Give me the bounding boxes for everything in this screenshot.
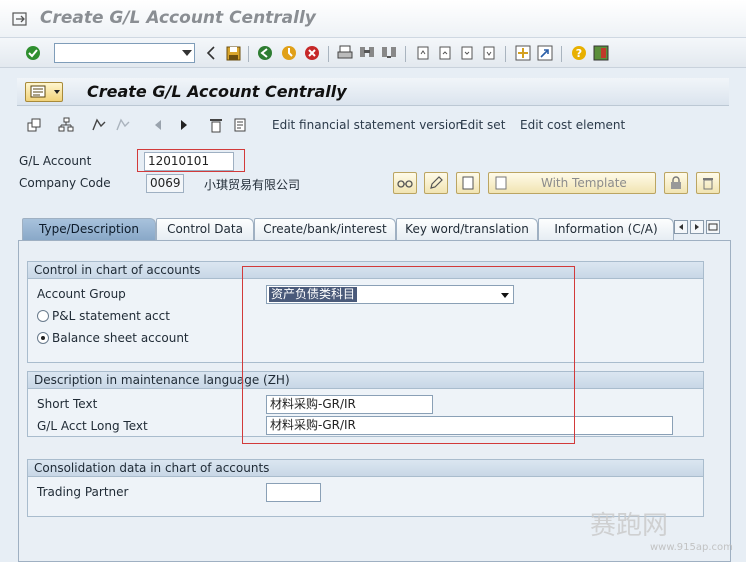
- tab-type-description[interactable]: Type/Description: [22, 218, 156, 240]
- trading-partner-input[interactable]: [266, 483, 321, 502]
- balance-sheet-radio[interactable]: [37, 332, 49, 344]
- edit-set-link[interactable]: Edit set: [460, 118, 505, 132]
- company-code-label: Company Code: [19, 176, 111, 190]
- menu-button[interactable]: [25, 82, 63, 102]
- pl-statement-label: P&L statement acct: [52, 309, 170, 323]
- first-page-icon[interactable]: [414, 44, 432, 62]
- tab-create-bank-interest[interactable]: Create/bank/interest: [254, 218, 396, 240]
- edit-cost-element-link[interactable]: Edit cost element: [520, 118, 625, 132]
- short-text-label: Short Text: [37, 397, 98, 411]
- create-button[interactable]: [456, 172, 480, 194]
- hierarchy-icon[interactable]: [57, 116, 75, 134]
- trash-icon: [703, 178, 713, 190]
- next-entry-icon[interactable]: [175, 116, 193, 134]
- shortcut-icon[interactable]: [536, 44, 554, 62]
- pl-statement-radio[interactable]: [37, 310, 49, 322]
- watermark-url: www.915ap.com: [650, 542, 733, 553]
- transaction-title-bar: Create G/L Account Centrally: [17, 78, 729, 106]
- exit-icon[interactable]: [12, 12, 28, 26]
- highlight-box: [137, 149, 245, 172]
- next-page-icon[interactable]: [458, 44, 476, 62]
- application-toolbar: Edit financial statement version Edit se…: [17, 112, 729, 138]
- trading-partner-label: Trading Partner: [37, 485, 129, 499]
- consolidation-group-title: Consolidation data in chart of accounts: [28, 460, 703, 477]
- tab-control-data[interactable]: Control Data: [156, 218, 254, 240]
- back-arrow-icon[interactable]: [202, 44, 220, 62]
- template-document-icon: [495, 176, 507, 190]
- command-field[interactable]: [54, 43, 195, 63]
- window-title-bar: Create G/L Account Centrally: [0, 0, 746, 38]
- tab-list-icon[interactable]: [706, 220, 720, 234]
- document-icon[interactable]: [231, 116, 249, 134]
- delete-entry-icon[interactable]: [207, 116, 225, 134]
- company-name: 小琪贸易有限公司: [204, 178, 301, 192]
- main-area: Create G/L Account Centrally Edit financ…: [0, 68, 746, 562]
- new-document-icon: [462, 176, 474, 190]
- previous-page-icon[interactable]: [436, 44, 454, 62]
- edit-fs-version-link[interactable]: Edit financial statement version: [272, 118, 463, 132]
- find-next-icon[interactable]: [380, 44, 398, 62]
- system-toolbar: ?: [0, 38, 746, 68]
- watermark-text: 赛跑网: [590, 511, 669, 541]
- save-icon[interactable]: [224, 44, 242, 62]
- lock-button[interactable]: [664, 172, 688, 194]
- with-template-label: With Template: [541, 176, 627, 190]
- long-text-label: G/L Acct Long Text: [37, 419, 148, 433]
- with-template-button[interactable]: With Template: [488, 172, 656, 194]
- display-change-icon[interactable]: [91, 116, 109, 134]
- layout-menu-icon[interactable]: [592, 44, 610, 62]
- print-icon[interactable]: [336, 44, 354, 62]
- last-page-icon[interactable]: [480, 44, 498, 62]
- account-group-label: Account Group: [37, 287, 126, 301]
- cancel-icon[interactable]: [303, 44, 321, 62]
- tab-strip: Type/Description Control Data Create/ban…: [20, 218, 730, 240]
- tab-scroll-left-icon[interactable]: [674, 220, 688, 234]
- change-icon[interactable]: [115, 116, 133, 134]
- tab-scroll-right-icon[interactable]: [690, 220, 704, 234]
- tab-key-word-translation[interactable]: Key word/translation: [396, 218, 538, 240]
- lock-icon: [671, 176, 681, 189]
- delete-button[interactable]: [696, 172, 720, 194]
- gl-account-label: G/L Account: [19, 154, 92, 168]
- svg-text:?: ?: [576, 47, 582, 60]
- new-session-icon[interactable]: [514, 44, 532, 62]
- command-input[interactable]: [55, 44, 175, 62]
- transaction-title: Create G/L Account Centrally: [87, 82, 347, 101]
- glasses-button[interactable]: [393, 172, 417, 194]
- enter-icon[interactable]: [24, 44, 42, 62]
- previous-entry-icon[interactable]: [149, 116, 167, 134]
- company-code-field[interactable]: 0069: [146, 174, 184, 193]
- exit-icon[interactable]: [280, 44, 298, 62]
- back-icon[interactable]: [256, 44, 274, 62]
- window-title: Create G/L Account Centrally: [40, 8, 316, 28]
- annotation-box: [242, 266, 575, 444]
- display-icon: [397, 180, 413, 188]
- edit-button[interactable]: [424, 172, 448, 194]
- balance-sheet-label: Balance sheet account: [52, 331, 189, 345]
- tab-information-ca[interactable]: Information (C/A): [538, 218, 674, 240]
- other-object-icon[interactable]: [25, 116, 43, 134]
- chevron-down-icon[interactable]: [182, 50, 192, 56]
- help-icon[interactable]: ?: [570, 44, 588, 62]
- find-icon[interactable]: [358, 44, 376, 62]
- pencil-icon: [430, 176, 443, 189]
